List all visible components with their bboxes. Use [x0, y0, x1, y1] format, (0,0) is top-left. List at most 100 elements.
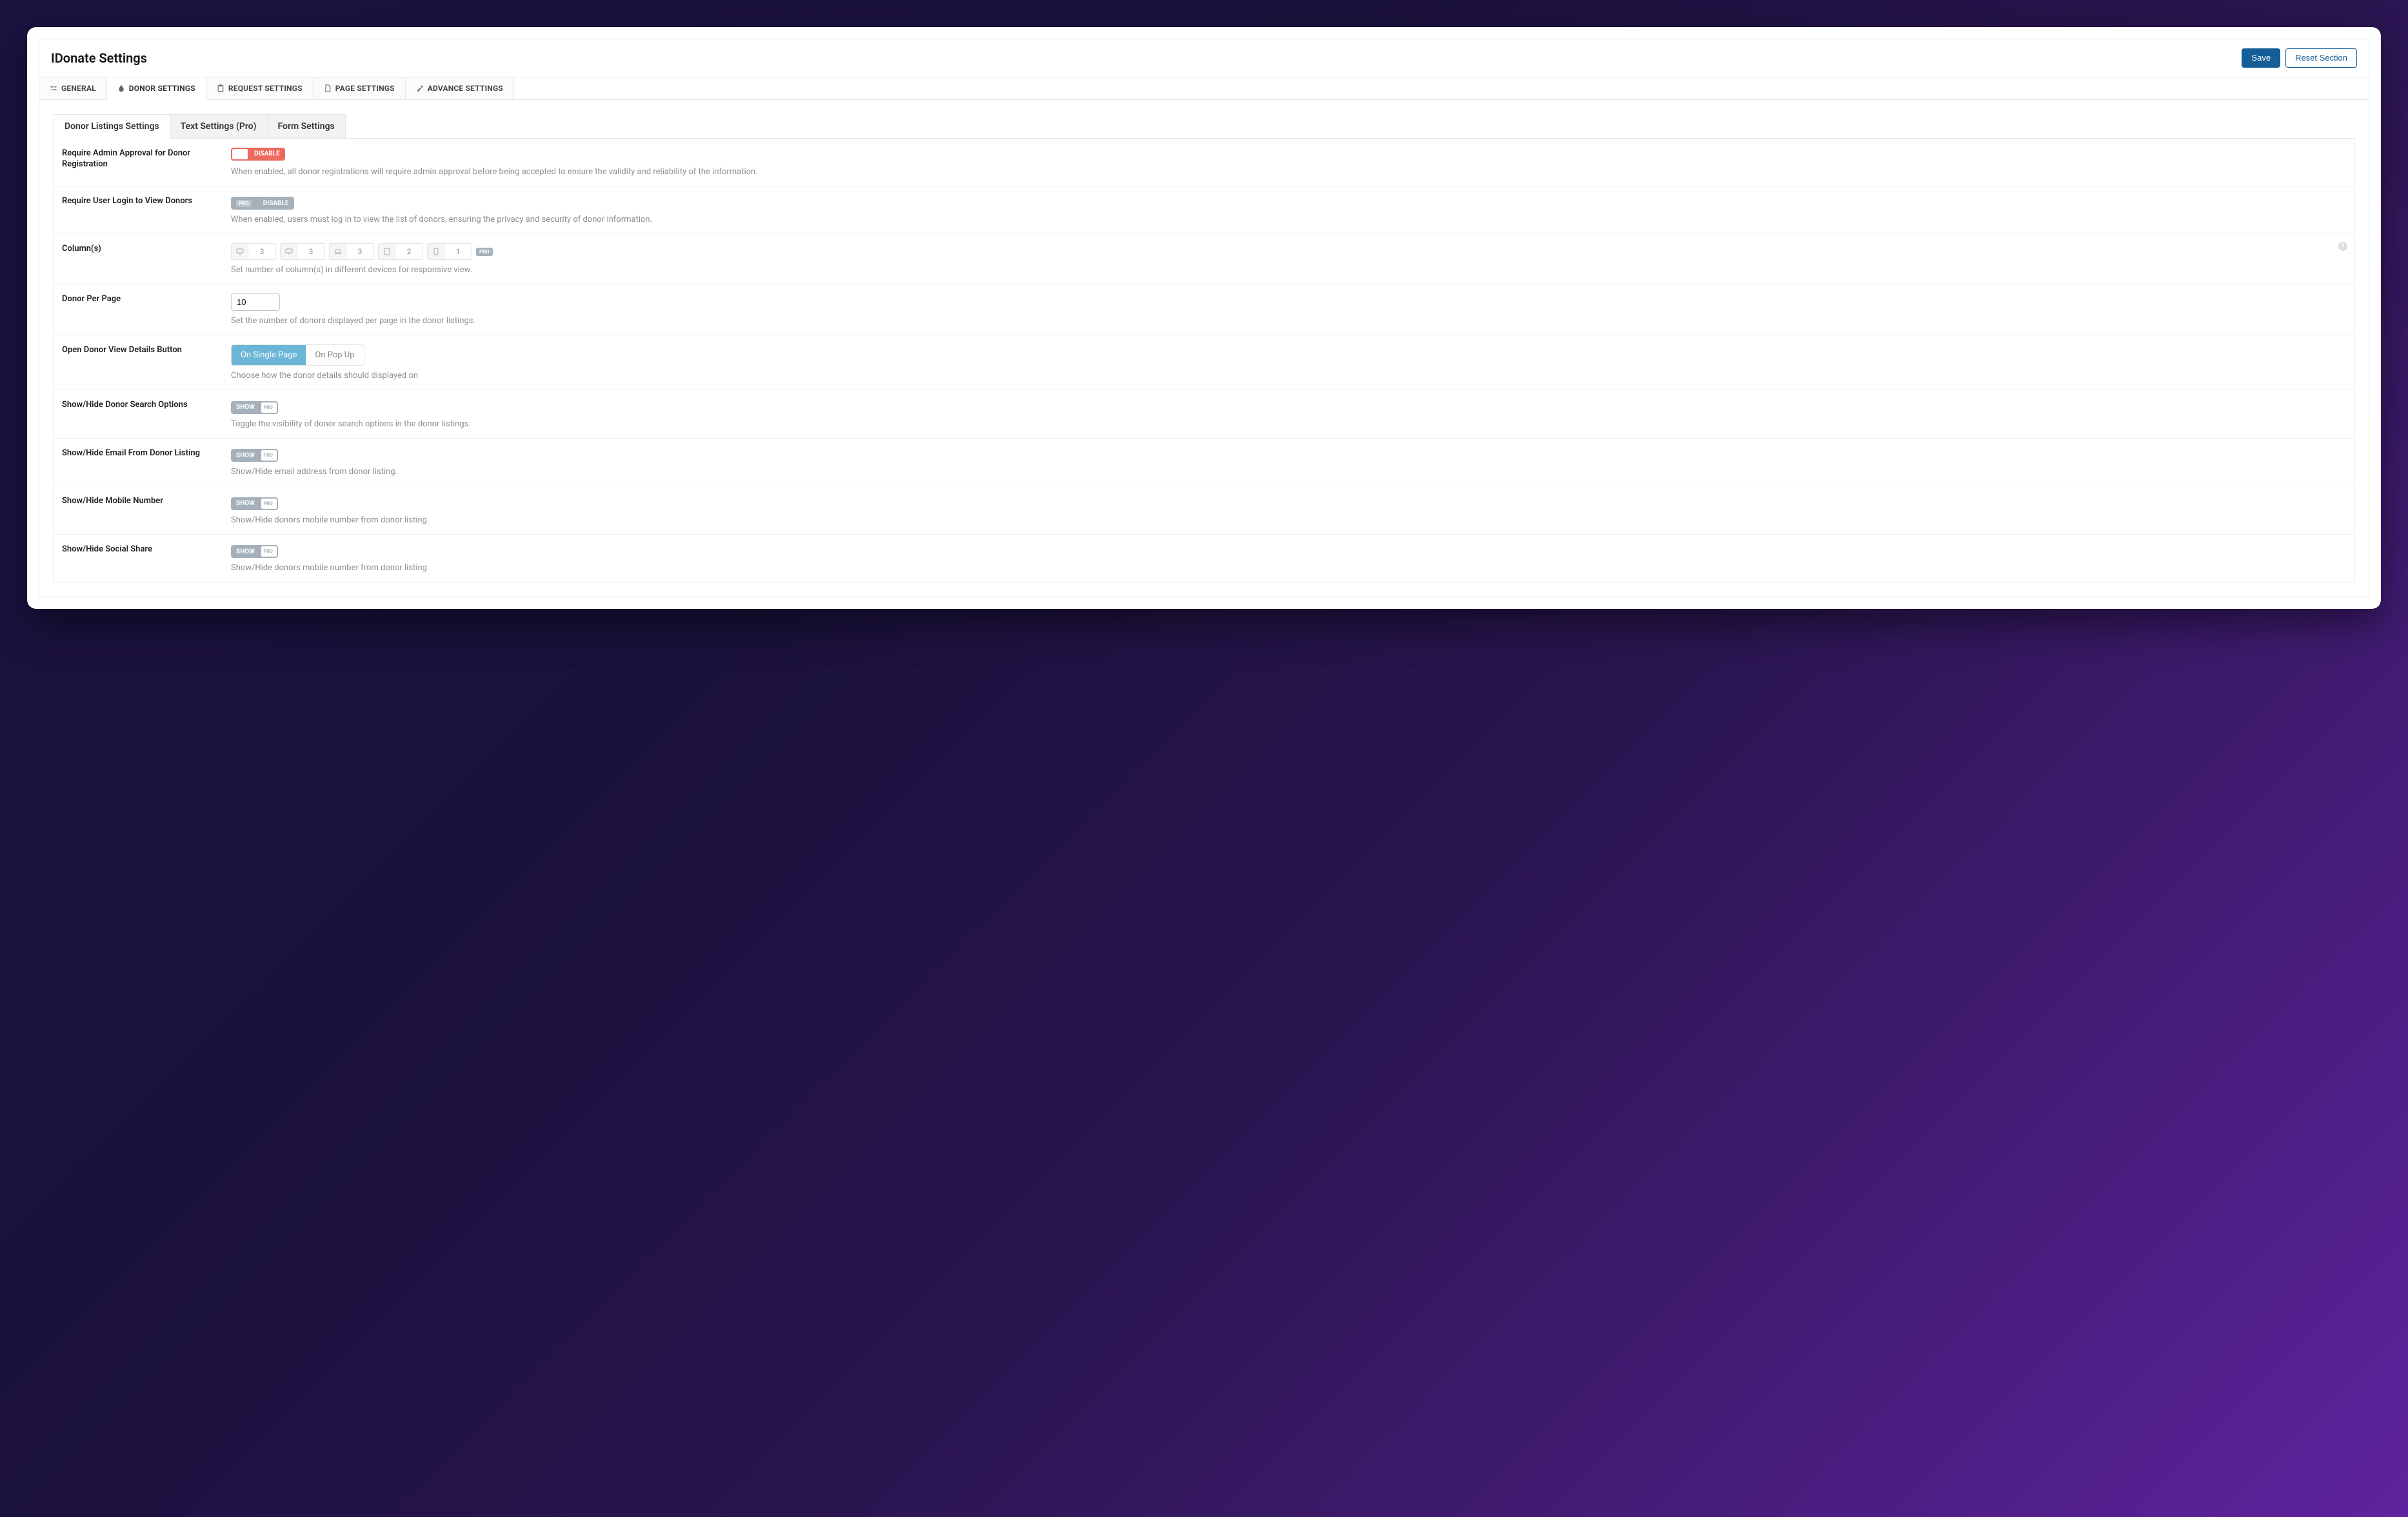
toggle-state-label: SHOW — [231, 545, 260, 558]
setting-description: When enabled, users must log in to view … — [231, 215, 2346, 224]
laptop-icon — [330, 244, 346, 259]
settings-panel: IDonate Settings Save Reset Section GENE… — [39, 39, 2369, 597]
setting-body: SHOW PRO Show/Hide donors mobile number … — [231, 544, 2346, 573]
tab-label: GENERAL — [61, 84, 96, 93]
toggle-knob: PRO — [261, 499, 277, 509]
column-laptop[interactable]: 3 — [329, 243, 374, 260]
setting-description: Show/Hide donors mobile number from dono… — [231, 563, 2346, 573]
toggle-knob: PRO — [261, 546, 277, 557]
toggle-state-label: SHOW — [231, 401, 260, 414]
toggle-mobile[interactable]: SHOW PRO — [231, 497, 278, 510]
sub-tabs: Donor Listings Settings Text Settings (P… — [54, 114, 2354, 139]
setting-body: DISABLE When enabled, all donor registra… — [231, 148, 2346, 177]
setting-label: Show/Hide Donor Search Options — [62, 399, 223, 429]
donor-per-page-input[interactable] — [231, 293, 280, 311]
toggle-state-label: DISABLE — [258, 197, 294, 210]
page-title: IDonate Settings — [51, 50, 147, 66]
toggle-require-login[interactable]: PRO DISABLE — [231, 197, 294, 210]
tab-page-settings[interactable]: PAGE SETTINGS — [313, 77, 406, 99]
tab-general[interactable]: GENERAL — [39, 77, 107, 99]
tab-label: ADVANCE SETTINGS — [428, 84, 503, 93]
row-show-hide-social-share: Show/Hide Social Share SHOW PRO Show/Hid… — [54, 534, 2354, 582]
column-desktop-large[interactable]: 3 — [231, 243, 276, 260]
row-donor-per-page: Donor Per Page Set the number of donors … — [54, 284, 2354, 335]
columns-controls: 3 3 3 2 — [231, 243, 2346, 260]
setting-body: Set the number of donors displayed per p… — [231, 293, 2346, 326]
tab-label: PAGE SETTINGS — [335, 84, 395, 93]
setting-description: When enabled, all donor registrations wi… — [231, 167, 2346, 177]
help-icon[interactable]: ? — [2338, 242, 2347, 251]
row-show-hide-mobile: Show/Hide Mobile Number SHOW PRO Show/Hi… — [54, 486, 2354, 534]
toggle-search-options[interactable]: SHOW PRO — [231, 401, 278, 414]
tab-donor-settings[interactable]: DONOR SETTINGS — [107, 77, 206, 100]
main-tabs: GENERAL DONOR SETTINGS REQUEST SETTINGS … — [39, 77, 2369, 100]
setting-description: Choose how the donor details should disp… — [231, 371, 2346, 381]
document-icon — [324, 84, 332, 92]
toggle-state-label: SHOW — [231, 497, 260, 510]
toggle-admin-approval[interactable]: DISABLE — [231, 148, 285, 161]
setting-label: Require User Login to View Donors — [62, 195, 223, 225]
sliders-icon — [50, 84, 57, 92]
setting-label: Show/Hide Mobile Number — [62, 495, 223, 525]
setting-body: 3 3 3 2 — [231, 243, 2346, 275]
row-show-hide-email: Show/Hide Email From Donor Listing SHOW … — [54, 438, 2354, 486]
setting-description: Set number of column(s) in different dev… — [231, 265, 2346, 275]
tools-icon — [416, 84, 424, 92]
setting-label: Require Admin Approval for Donor Registr… — [62, 148, 223, 177]
row-require-admin-approval: Require Admin Approval for Donor Registr… — [54, 139, 2354, 186]
setting-label: Column(s) — [62, 243, 223, 275]
subtab-form-settings[interactable]: Form Settings — [267, 114, 346, 139]
column-mobile[interactable]: 1 — [427, 243, 472, 260]
desktop-large-icon — [232, 244, 248, 259]
tab-request-settings[interactable]: REQUEST SETTINGS — [206, 77, 313, 99]
toggle-knob: PRO — [261, 450, 277, 461]
pro-badge: PRO — [476, 248, 493, 256]
toggle-state-label: DISABLE — [249, 148, 285, 161]
panel-header: IDonate Settings Save Reset Section — [39, 39, 2369, 77]
column-tablet[interactable]: 2 — [378, 243, 423, 260]
toggle-knob — [232, 149, 248, 159]
reset-section-button[interactable]: Reset Section — [2285, 48, 2357, 68]
setting-body: SHOW PRO Toggle the visibility of donor … — [231, 399, 2346, 429]
setting-description: Show/Hide donors mobile number from dono… — [231, 515, 2346, 525]
subtab-text-settings-pro[interactable]: Text Settings (Pro) — [170, 114, 268, 139]
row-show-hide-search-options: Show/Hide Donor Search Options SHOW PRO … — [54, 390, 2354, 438]
pro-badge: PRO — [231, 197, 258, 210]
setting-description: Show/Hide email address from donor listi… — [231, 467, 2346, 477]
toggle-email[interactable]: SHOW PRO — [231, 449, 278, 462]
header-actions: Save Reset Section — [2242, 48, 2357, 68]
column-desktop[interactable]: 3 — [280, 243, 325, 260]
setting-body: SHOW PRO Show/Hide email address from do… — [231, 448, 2346, 477]
setting-label: Show/Hide Email From Donor Listing — [62, 448, 223, 477]
toggle-social-share[interactable]: SHOW PRO — [231, 545, 278, 558]
row-columns: Column(s) 3 3 — [54, 233, 2354, 284]
row-open-donor-view-details: Open Donor View Details Button On Single… — [54, 335, 2354, 390]
tablet-icon — [379, 244, 395, 259]
tab-label: DONOR SETTINGS — [129, 84, 195, 93]
app-window: IDonate Settings Save Reset Section GENE… — [27, 27, 2381, 609]
column-value: 1 — [444, 244, 472, 259]
details-view-segmented-control: On Single Page On Pop Up — [231, 344, 364, 366]
droplet-icon — [117, 84, 125, 92]
option-on-pop-up[interactable]: On Pop Up — [306, 345, 363, 365]
tab-advance-settings[interactable]: ADVANCE SETTINGS — [406, 77, 514, 99]
subtab-donor-listings-settings[interactable]: Donor Listings Settings — [54, 114, 170, 139]
mobile-icon — [428, 244, 444, 259]
setting-description: Set the number of donors displayed per p… — [231, 316, 2346, 326]
setting-label: Show/Hide Social Share — [62, 544, 223, 573]
toggle-knob: PRO — [261, 402, 277, 413]
setting-description: Toggle the visibility of donor search op… — [231, 419, 2346, 429]
save-button[interactable]: Save — [2242, 48, 2280, 68]
settings-list: Require Admin Approval for Donor Registr… — [54, 138, 2354, 583]
column-value: 2 — [395, 244, 423, 259]
content-area: Donor Listings Settings Text Settings (P… — [39, 100, 2369, 597]
column-value: 3 — [297, 244, 324, 259]
option-on-single-page[interactable]: On Single Page — [232, 345, 306, 365]
column-value: 3 — [248, 244, 275, 259]
setting-label: Open Donor View Details Button — [62, 344, 223, 381]
clipboard-icon — [217, 84, 224, 92]
setting-body: PRO DISABLE When enabled, users must log… — [231, 195, 2346, 225]
row-require-login-view-donors: Require User Login to View Donors PRO DI… — [54, 186, 2354, 234]
tab-label: REQUEST SETTINGS — [228, 84, 303, 93]
setting-body: On Single Page On Pop Up Choose how the … — [231, 344, 2346, 381]
